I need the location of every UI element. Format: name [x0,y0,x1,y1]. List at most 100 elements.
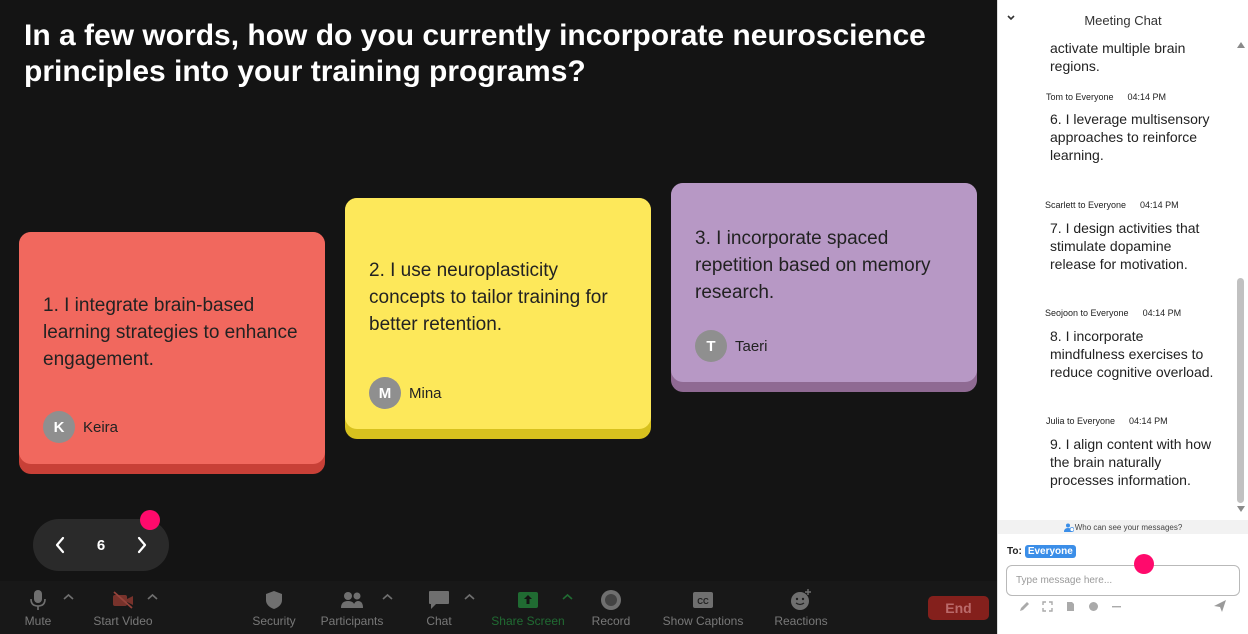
more-icon [1111,605,1121,607]
message-time: 04:14 PM [1127,92,1167,102]
record-button[interactable]: Record [588,581,634,634]
meeting-toolbar: Mute Start Video Security Participants C… [0,581,997,634]
card-face: 1. I integrate brain-based learning stra… [19,232,325,464]
who-can-see-link[interactable]: Who can see your messages? [998,520,1248,534]
message-time: 04:14 PM [1140,200,1179,210]
share-screen-icon [517,589,539,611]
message-input[interactable] [1006,565,1240,596]
chevron-up-icon[interactable] [147,593,158,601]
message-sender: Julia to Everyone [1046,416,1116,426]
chevron-up-icon[interactable] [382,593,393,601]
card-author: T Taeri [695,330,768,362]
message-text: 7. I design activities that stimulate do… [1050,220,1200,272]
file-icon [1066,601,1074,611]
author-name: Taeri [735,337,768,355]
card-face: 2. I use neuroplasticity concepts to tai… [345,198,651,429]
emoji-icon [1088,601,1098,611]
message-time: 04:14 PM [1142,308,1182,318]
card-text: 3. I incorporate spaced repetition based… [695,228,931,303]
start-video-label: Start Video [93,614,153,628]
show-captions-label: Show Captions [662,614,744,628]
record-label: Record [591,614,631,628]
pointer-dot [1134,554,1154,574]
file-button[interactable] [1064,600,1076,612]
reactions-label: Reactions [774,614,828,628]
end-meeting-button[interactable]: End [928,596,989,620]
recipient-row: To: Everyone [1007,545,1076,558]
chat-scrollbar[interactable] [1234,38,1248,520]
chevron-left-icon [55,536,65,554]
chat-title: Meeting Chat [1084,13,1162,28]
avatar: K [43,411,75,443]
message-meta: Scarlett to Everyone 04:14 PM [1045,200,1179,210]
video-off-icon [112,589,134,611]
message-sender: Tom to Everyone [1046,92,1114,102]
chat-label: Chat [426,614,452,628]
captions-icon: CC [692,589,714,611]
chat-button[interactable]: Chat [420,581,458,634]
author-name: Mina [409,384,442,402]
scroll-up-icon[interactable] [1237,42,1245,48]
microphone-icon [30,589,46,611]
response-card[interactable]: 2. I use neuroplasticity concepts to tai… [345,198,651,439]
message-text: 8. I incorporate mindfulness exercises t… [1050,328,1214,380]
question-title: In a few words, how do you currently inc… [24,19,926,88]
send-icon[interactable] [1213,599,1227,613]
emoji-button[interactable] [1087,600,1099,612]
card-author: M Mina [369,377,442,409]
security-button[interactable]: Security [248,581,300,634]
show-captions-button[interactable]: CC Show Captions [656,581,750,634]
message-meta: Tom to Everyone 04:14 PM [1046,92,1166,102]
author-name: Keira [83,418,119,436]
start-video-button[interactable]: Start Video [88,581,158,634]
screenshot-button[interactable] [1041,600,1053,612]
screenshot-icon [1041,600,1053,612]
chevron-up-icon[interactable] [562,593,573,601]
participants-button[interactable]: Participants [316,581,388,634]
recipient-select[interactable]: Everyone [1024,545,1076,558]
smiley-plus-icon [790,589,812,611]
message-meta: Seojoon to Everyone 04:14 PM [1045,308,1181,318]
message-sender: Seojoon to Everyone [1045,308,1129,318]
people-icon [341,589,363,611]
card-text: 2. I use neuroplasticity concepts to tai… [369,260,608,335]
mute-button[interactable]: Mute [20,581,56,634]
record-icon [600,589,622,611]
reactions-button[interactable]: Reactions [770,581,832,634]
scroll-down-icon[interactable] [1237,506,1245,512]
response-card[interactable]: 1. I integrate brain-based learning stra… [19,232,325,474]
chevron-right-icon [137,536,147,554]
avatar: T [695,330,727,362]
message-sender: Scarlett to Everyone [1045,200,1127,210]
participants-label: Participants [320,614,384,628]
chat-bubble-icon [428,589,450,611]
chevron-up-icon[interactable] [63,593,74,601]
next-slide-button[interactable] [131,534,153,556]
person-info-icon [1063,523,1074,532]
share-screen-button[interactable]: Share Screen [486,581,570,634]
scroll-thumb[interactable] [1237,278,1244,503]
share-screen-label: Share Screen [491,614,565,628]
message-text: 9. I align content with how the brain na… [1050,436,1212,488]
response-card[interactable]: 3. I incorporate spaced repetition based… [671,183,977,392]
to-label: To: [1007,546,1022,557]
chevron-up-icon[interactable] [464,593,475,601]
presentation-stage: In a few words, how do you currently inc… [0,0,997,634]
chat-header: Meeting Chat [998,0,1248,40]
message-time: 04:14 PM [1129,416,1168,426]
pen-icon [1019,601,1029,611]
format-button[interactable] [1018,600,1030,612]
page-number: 6 [96,536,106,554]
who-can-see-label: Who can see your messages? [1074,522,1183,532]
message-list: activate multiple brain regions. Tom to … [998,38,1234,520]
card-author: K Keira [43,411,118,443]
chat-panel: Meeting Chat activate multiple brain reg… [997,0,1248,634]
prev-slide-button[interactable] [49,534,71,556]
message-meta: Julia to Everyone 04:14 PM [1046,416,1168,426]
security-label: Security [252,614,296,628]
pointer-dot [140,510,160,530]
message-text: activate multiple brain regions. [1050,40,1186,74]
card-text: 1. I integrate brain-based learning stra… [43,295,298,370]
mute-label: Mute [24,614,52,628]
more-button[interactable] [1110,600,1122,612]
